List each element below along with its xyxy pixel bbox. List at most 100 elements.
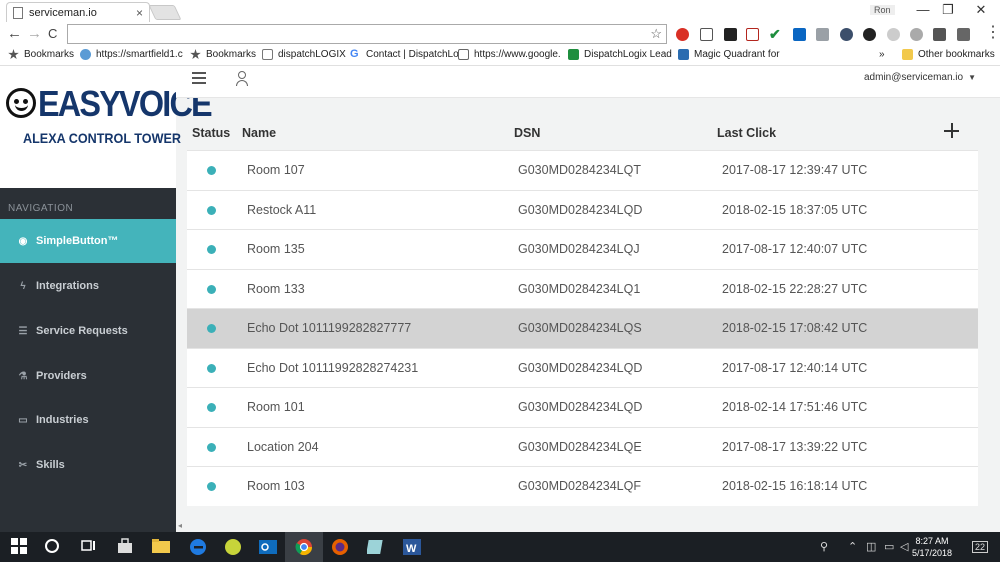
- extension-grid-icon[interactable]: [933, 28, 946, 41]
- table-row[interactable]: Room 101 G030MD0284234LQD 2018-02-14 17:…: [187, 387, 978, 427]
- check-extension-icon[interactable]: ✔: [769, 27, 782, 41]
- bookmarks-overflow-button[interactable]: »: [879, 49, 885, 60]
- back-button[interactable]: ←: [7, 25, 22, 43]
- bookmark-star-icon[interactable]: ☆: [650, 26, 662, 42]
- table-row[interactable]: Restock A11 G030MD0284234LQD 2018-02-15 …: [187, 189, 978, 229]
- tray-chevron-up-icon[interactable]: ⌃: [848, 540, 857, 553]
- tab-close-icon[interactable]: ×: [136, 6, 143, 20]
- bookmark-item[interactable]: https://www.google.: [458, 49, 561, 60]
- address-bar[interactable]: ☆: [67, 24, 667, 44]
- bookmark-item[interactable]: G Contact | DispatchLo: [350, 49, 459, 60]
- devices-table: Status Name DSN Last Click Room 107 G030…: [187, 116, 978, 506]
- sidebar: EASYVOICE ALEXA CONTROL TOWER NAVIGATION…: [0, 66, 213, 532]
- user-email: admin@serviceman.io: [864, 72, 964, 83]
- user-account-menu[interactable]: admin@serviceman.io ▼: [864, 72, 976, 83]
- device-dsn: G030MD0284234LQE: [518, 439, 642, 454]
- logo-subtitle: ALEXA CONTROL TOWER: [23, 130, 181, 146]
- browser-menu-icon[interactable]: ⋮: [985, 24, 1000, 42]
- sidebar-item-industries[interactable]: ▭ Industries: [0, 398, 176, 442]
- hamburger-menu-icon[interactable]: [192, 72, 206, 84]
- windows-user-badge[interactable]: Ron: [870, 5, 895, 15]
- circle-icon: ◉: [18, 235, 28, 247]
- bookmark-item[interactable]: Bookmarks: [8, 49, 74, 60]
- reload-button[interactable]: C: [48, 25, 57, 43]
- sidebar-item-label: Providers: [36, 370, 87, 382]
- network-icon[interactable]: ◫: [866, 540, 876, 553]
- chrome-icon[interactable]: [295, 538, 313, 556]
- device-name: Restock A11: [247, 202, 317, 217]
- close-window-button[interactable]: ✕: [970, 2, 992, 18]
- bookmark-item[interactable]: https://smartfield1.c: [80, 49, 183, 60]
- column-header-name[interactable]: Name: [242, 126, 276, 140]
- add-device-button[interactable]: [943, 122, 961, 140]
- cast-extension-icon[interactable]: [700, 28, 713, 41]
- sidebar-item-service-requests[interactable]: ☰ Service Requests: [0, 309, 176, 353]
- extension-clock-icon[interactable]: [910, 28, 923, 41]
- extension-dim-icon[interactable]: [887, 28, 900, 41]
- extension-camera-icon[interactable]: [957, 28, 970, 41]
- folder-icon: [902, 49, 913, 60]
- sidebar-item-integrations[interactable]: ϟ Integrations: [0, 264, 176, 308]
- clock-time: 8:27 AM: [915, 536, 949, 546]
- cortana-search-icon[interactable]: [44, 538, 62, 556]
- bookmark-item[interactable]: Magic Quadrant for: [678, 49, 780, 60]
- forward-button[interactable]: →: [27, 25, 42, 43]
- last-click: 2018-02-15 17:08:42 UTC: [722, 321, 868, 335]
- column-header-last-click[interactable]: Last Click: [717, 126, 776, 140]
- table-row[interactable]: Room 133 G030MD0284234LQ1 2018-02-15 22:…: [187, 268, 978, 308]
- sidebar-item-providers[interactable]: ⚗ Providers: [0, 354, 176, 398]
- extension-grey-icon[interactable]: [816, 28, 829, 41]
- column-header-dsn[interactable]: DSN: [514, 126, 540, 140]
- windows-start-icon[interactable]: [11, 538, 29, 556]
- last-click: 2017-08-17 12:40:07 UTC: [722, 242, 868, 256]
- column-header-status[interactable]: Status: [192, 126, 230, 140]
- volume-icon[interactable]: ◁: [900, 540, 908, 553]
- other-bookmarks-folder[interactable]: Other bookmarks: [902, 49, 995, 60]
- device-name: Room 101: [247, 400, 305, 414]
- pocket-extension-icon[interactable]: [746, 28, 759, 41]
- table-row[interactable]: Room 103 G030MD0284234LQF 2018-02-15 16:…: [187, 466, 978, 506]
- people-icon[interactable]: ⚲: [820, 540, 828, 553]
- store-icon[interactable]: [117, 538, 135, 556]
- bookmark-item[interactable]: dispatchLOGIX: [262, 49, 346, 60]
- windows-taskbar: W ⚲ ⌃ ◫ ▭ ◁ 8:27 AM 5/17/2018 22: [0, 532, 1000, 562]
- sidebar-item-label: Integrations: [36, 280, 99, 292]
- browser-tab[interactable]: serviceman.io ×: [6, 2, 150, 22]
- cloud-icon: [80, 49, 91, 60]
- notes-app-icon[interactable]: [366, 538, 385, 556]
- extension-b-icon[interactable]: [724, 28, 737, 41]
- brand-logo[interactable]: EASYVOICE ALEXA CONTROL TOWER: [0, 66, 213, 188]
- extension-chat-icon[interactable]: [863, 28, 876, 41]
- bookmark-item[interactable]: DispatchLogix Lead: [568, 49, 672, 60]
- taskbar-clock[interactable]: 8:27 AM 5/17/2018: [912, 535, 952, 559]
- outlook-icon[interactable]: [259, 538, 277, 556]
- sidebar-item-simplebutton[interactable]: ◉ SimpleButton™: [0, 219, 176, 263]
- sidebar-item-skills[interactable]: ✂ Skills: [0, 443, 176, 487]
- word-icon[interactable]: W: [403, 538, 421, 556]
- pinterest-extension-icon[interactable]: [676, 28, 689, 41]
- new-tab-button[interactable]: [148, 5, 182, 20]
- extension-compass-icon[interactable]: [840, 28, 853, 41]
- restore-button[interactable]: ❐: [937, 2, 959, 18]
- linkedin-extension-icon[interactable]: [793, 28, 806, 41]
- task-view-icon[interactable]: [80, 538, 98, 556]
- edge-browser-icon[interactable]: [189, 538, 207, 556]
- table-row[interactable]: Echo Dot 10111992828274231 G030MD0284234…: [187, 347, 978, 387]
- battery-icon[interactable]: ▭: [884, 540, 894, 553]
- minimize-button[interactable]: —: [912, 2, 934, 17]
- table-row[interactable]: Room 107 G030MD0284234LQT 2017-08-17 12:…: [187, 150, 978, 190]
- firefox-icon[interactable]: [331, 538, 349, 556]
- table-row[interactable]: Location 204 G030MD0284234LQE 2017-08-17…: [187, 426, 978, 466]
- device-name: Room 133: [247, 281, 305, 296]
- user-profile-icon[interactable]: [235, 71, 249, 87]
- sidebar-item-label: SimpleButton™: [36, 235, 119, 247]
- action-center-icon[interactable]: 22: [972, 541, 989, 553]
- bookmark-item[interactable]: Bookmarks: [190, 49, 256, 60]
- table-row[interactable]: Room 135 G030MD0284234LQJ 2017-08-17 12:…: [187, 229, 978, 269]
- scroll-left-arrow-icon[interactable]: ◂: [178, 521, 182, 530]
- last-click: 2018-02-15 22:28:27 UTC: [722, 281, 868, 296]
- table-row[interactable]: Echo Dot 1011199282827777 G030MD0284234L…: [187, 308, 978, 348]
- app-yellow-icon[interactable]: [224, 538, 242, 556]
- file-explorer-icon[interactable]: [152, 538, 170, 556]
- tab-title: serviceman.io: [29, 6, 97, 19]
